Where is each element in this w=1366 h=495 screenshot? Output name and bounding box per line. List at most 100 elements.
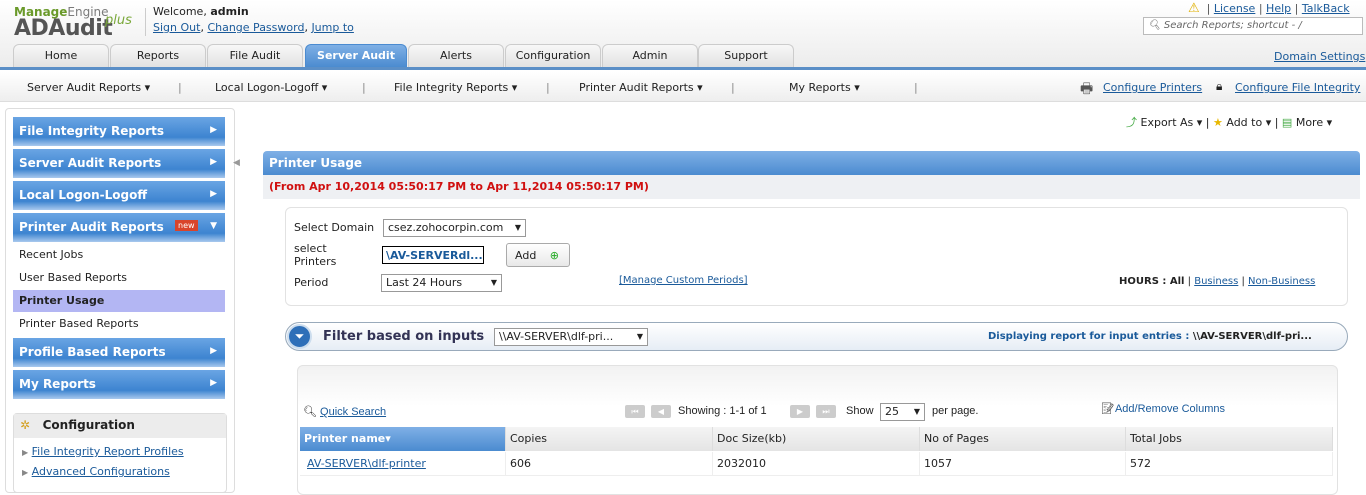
sidebar-item-printer-based-reports[interactable]: Printer Based Reports: [13, 313, 225, 335]
chevron-right-icon: ▶: [210, 125, 217, 135]
quick-search-link[interactable]: Quick Search: [320, 406, 386, 418]
tab-admin[interactable]: Admin: [602, 44, 698, 67]
sidebar-printer-audit-reports[interactable]: Printer Audit Reports new ▼: [13, 213, 225, 242]
report-options: Select Domain csez.zohocorpin.com ▼ selec…: [285, 207, 1348, 306]
column-header-no-of-pages[interactable]: No of Pages: [920, 427, 1126, 451]
logo-plus: plus: [105, 13, 132, 28]
add-remove-columns-link[interactable]: Add/Remove Columns: [1115, 403, 1225, 415]
chevron-right-icon: ▶: [210, 157, 217, 167]
chevron-right-icon: ▶: [210, 378, 217, 388]
collapse-sidebar-handle[interactable]: ◀: [233, 158, 240, 168]
edit-columns-icon: 📝︎: [1101, 403, 1115, 415]
sidebar-item-user-based-reports[interactable]: User Based Reports: [13, 267, 225, 289]
export-as-menu[interactable]: Export As ▾: [1141, 116, 1203, 129]
tab-file-audit[interactable]: File Audit: [207, 44, 303, 67]
sidebar-profile-based-reports[interactable]: Profile Based Reports ▶: [13, 338, 225, 367]
column-header-printer-name[interactable]: Printer name▾: [300, 427, 506, 451]
sidebar-item-printer-usage[interactable]: Printer Usage: [13, 290, 225, 312]
first-page-button[interactable]: ⏮: [625, 405, 645, 418]
column-header-total-jobs[interactable]: Total Jobs: [1126, 427, 1333, 451]
report-title: Printer Usage: [263, 151, 1360, 175]
help-link[interactable]: Help: [1266, 2, 1291, 15]
menu-local-logon-logoff[interactable]: Local Logon-Logoff ▾: [215, 81, 327, 94]
more-menu[interactable]: More ▾: [1296, 116, 1332, 129]
domain-settings-link[interactable]: Domain Settings: [1274, 50, 1365, 63]
tab-server-audit[interactable]: Server Audit: [305, 44, 407, 67]
manage-custom-periods-link[interactable]: [Manage Custom Periods]: [619, 275, 748, 286]
divider: |: [914, 81, 918, 94]
hours-label: HOURS :: [1119, 276, 1170, 287]
sign-out-link[interactable]: Sign Out: [153, 21, 200, 34]
export-icon: ⤴: [1126, 116, 1137, 129]
add-printer-icon: ⊕: [549, 249, 560, 262]
talkback-link[interactable]: TalkBack: [1302, 2, 1350, 15]
sidebar-server-audit-reports[interactable]: Server Audit Reports ▶: [13, 149, 225, 178]
filter-icon[interactable]: ⏷: [287, 324, 312, 349]
divider: [145, 8, 146, 36]
search-icon: 🔍︎: [1148, 20, 1161, 31]
license-link[interactable]: License: [1214, 2, 1255, 15]
printer-icon: 🖶: [1080, 81, 1094, 97]
search-icon: 🔍︎: [303, 406, 317, 418]
configure-printers-link[interactable]: Configure Printers: [1103, 81, 1202, 94]
add-to-menu[interactable]: Add to ▾: [1226, 116, 1271, 129]
sidebar-file-integrity-reports[interactable]: File Integrity Reports ▶: [13, 117, 225, 146]
last-page-button[interactable]: ⏭: [816, 405, 836, 418]
sub-navigation: Server Audit Reports ▾ | Local Logon-Log…: [0, 72, 1366, 102]
column-header-doc-size[interactable]: Doc Size(kb): [713, 427, 920, 451]
doc-size-cell: 2032010: [713, 452, 920, 476]
previous-page-button[interactable]: ◀: [651, 405, 671, 418]
printer-name-link[interactable]: AV-SERVER\dlf-printer: [300, 452, 506, 476]
tab-reports[interactable]: Reports: [110, 44, 206, 67]
chevron-down-icon: ▼: [210, 221, 217, 231]
sidebar-my-reports[interactable]: My Reports ▶: [13, 370, 225, 399]
column-header-copies[interactable]: Copies: [506, 427, 713, 451]
menu-my-reports[interactable]: My Reports ▾: [789, 81, 860, 94]
welcome-text: Welcome, admin: [153, 5, 249, 18]
domain-select[interactable]: csez.zohocorpin.com ▼: [383, 219, 526, 237]
sidebar-item-recent-jobs[interactable]: Recent Jobs: [13, 244, 225, 266]
add-printer-button[interactable]: Add ⊕: [506, 243, 570, 267]
advanced-configurations-link[interactable]: Advanced Configurations: [32, 465, 170, 478]
page-size-select[interactable]: 25 ▼: [880, 403, 925, 421]
menu-server-audit-reports[interactable]: Server Audit Reports ▾: [27, 81, 150, 94]
filter-label: Filter based on inputs: [323, 329, 485, 344]
hours-non-business-link[interactable]: Non-Business: [1248, 276, 1315, 287]
tab-home[interactable]: Home: [13, 44, 109, 67]
domain-label: Select Domain: [294, 221, 375, 234]
change-password-link[interactable]: Change Password: [207, 21, 304, 34]
configuration-title: Configuration: [42, 418, 135, 432]
tab-support[interactable]: Support: [698, 44, 794, 67]
sidebar-local-logon-logoff[interactable]: Local Logon-Logoff ▶: [13, 181, 225, 210]
hours-business-link[interactable]: Business: [1194, 276, 1238, 287]
search-input[interactable]: 🔍︎ Search Reports; shortcut - /: [1143, 17, 1363, 35]
menu-file-integrity-reports[interactable]: File Integrity Reports ▾: [394, 81, 517, 94]
menu-printer-audit-reports[interactable]: Printer Audit Reports ▾: [579, 81, 703, 94]
hours-all[interactable]: All: [1170, 276, 1185, 287]
chevron-right-icon: ▶: [210, 189, 217, 199]
gear-icon: ✲: [20, 418, 31, 432]
new-badge: new: [175, 220, 198, 231]
filter-bar: ⏷ Filter based on inputs \\AV-SERVER\dlf…: [285, 322, 1348, 351]
jump-to-link[interactable]: Jump to: [311, 21, 353, 34]
pages-cell: 1057: [920, 452, 1126, 476]
file-integrity-report-profiles-link[interactable]: File Integrity Report Profiles: [32, 445, 184, 458]
warning-icon[interactable]: ⚠: [1188, 1, 1200, 16]
total-jobs-cell: 572: [1126, 452, 1333, 476]
printers-label: select Printers: [294, 242, 337, 268]
star-icon: ★: [1212, 116, 1223, 129]
displaying-label: Displaying report for input entries :: [988, 331, 1193, 342]
tab-alerts[interactable]: Alerts: [408, 44, 504, 67]
per-page-label: per page.: [932, 405, 979, 417]
configure-file-integrity-link[interactable]: Configure File Integrity: [1235, 81, 1360, 94]
period-label: Period: [294, 276, 329, 289]
tab-configuration[interactable]: Configuration: [505, 44, 601, 67]
filter-select[interactable]: \\AV-SERVER\dlf-pri... ▼: [494, 328, 648, 346]
divider: |: [178, 81, 182, 94]
printers-input[interactable]: \AV-SERVERdl...: [382, 246, 484, 264]
chevron-right-icon: ▶: [210, 346, 217, 356]
period-select[interactable]: Last 24 Hours ▼: [381, 274, 502, 292]
next-page-button[interactable]: ▶: [790, 405, 810, 418]
divider: |: [362, 81, 366, 94]
divider: |: [546, 81, 550, 94]
